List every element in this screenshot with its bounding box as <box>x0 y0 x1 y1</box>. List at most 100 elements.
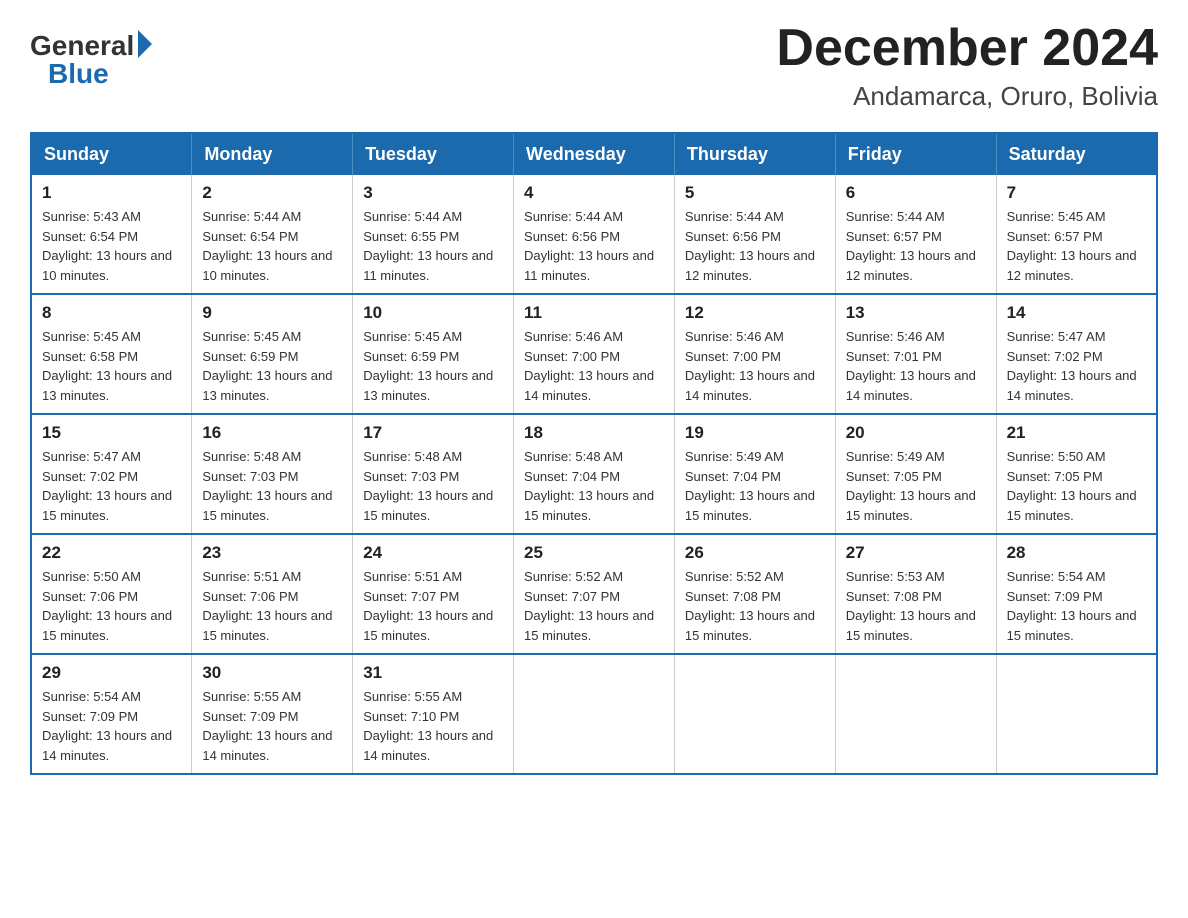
day-number: 11 <box>524 303 664 323</box>
day-info: Sunrise: 5:50 AM Sunset: 7:06 PM Dayligh… <box>42 567 181 645</box>
day-number: 5 <box>685 183 825 203</box>
day-info: Sunrise: 5:54 AM Sunset: 7:09 PM Dayligh… <box>42 687 181 765</box>
col-monday: Monday <box>192 133 353 175</box>
day-info: Sunrise: 5:50 AM Sunset: 7:05 PM Dayligh… <box>1007 447 1146 525</box>
table-row: 22 Sunrise: 5:50 AM Sunset: 7:06 PM Dayl… <box>31 534 192 654</box>
table-row: 27 Sunrise: 5:53 AM Sunset: 7:08 PM Dayl… <box>835 534 996 654</box>
day-number: 25 <box>524 543 664 563</box>
day-number: 20 <box>846 423 986 443</box>
day-info: Sunrise: 5:54 AM Sunset: 7:09 PM Dayligh… <box>1007 567 1146 645</box>
day-number: 21 <box>1007 423 1146 443</box>
table-row: 21 Sunrise: 5:50 AM Sunset: 7:05 PM Dayl… <box>996 414 1157 534</box>
day-info: Sunrise: 5:48 AM Sunset: 7:04 PM Dayligh… <box>524 447 664 525</box>
calendar-week-row: 15 Sunrise: 5:47 AM Sunset: 7:02 PM Dayl… <box>31 414 1157 534</box>
logo: General Blue <box>30 30 152 88</box>
day-info: Sunrise: 5:45 AM Sunset: 6:57 PM Dayligh… <box>1007 207 1146 285</box>
table-row <box>996 654 1157 774</box>
day-number: 7 <box>1007 183 1146 203</box>
table-row <box>514 654 675 774</box>
table-row: 5 Sunrise: 5:44 AM Sunset: 6:56 PM Dayli… <box>674 175 835 294</box>
table-row: 31 Sunrise: 5:55 AM Sunset: 7:10 PM Dayl… <box>353 654 514 774</box>
day-number: 4 <box>524 183 664 203</box>
day-number: 19 <box>685 423 825 443</box>
day-number: 6 <box>846 183 986 203</box>
day-number: 24 <box>363 543 503 563</box>
title-section: December 2024 Andamarca, Oruro, Bolivia <box>776 20 1158 112</box>
table-row: 3 Sunrise: 5:44 AM Sunset: 6:55 PM Dayli… <box>353 175 514 294</box>
col-wednesday: Wednesday <box>514 133 675 175</box>
table-row: 13 Sunrise: 5:46 AM Sunset: 7:01 PM Dayl… <box>835 294 996 414</box>
day-info: Sunrise: 5:45 AM Sunset: 6:59 PM Dayligh… <box>202 327 342 405</box>
table-row: 23 Sunrise: 5:51 AM Sunset: 7:06 PM Dayl… <box>192 534 353 654</box>
day-info: Sunrise: 5:43 AM Sunset: 6:54 PM Dayligh… <box>42 207 181 285</box>
day-number: 26 <box>685 543 825 563</box>
table-row: 26 Sunrise: 5:52 AM Sunset: 7:08 PM Dayl… <box>674 534 835 654</box>
day-info: Sunrise: 5:44 AM Sunset: 6:57 PM Dayligh… <box>846 207 986 285</box>
table-row: 18 Sunrise: 5:48 AM Sunset: 7:04 PM Dayl… <box>514 414 675 534</box>
day-number: 10 <box>363 303 503 323</box>
month-title: December 2024 <box>776 20 1158 77</box>
day-info: Sunrise: 5:49 AM Sunset: 7:05 PM Dayligh… <box>846 447 986 525</box>
day-number: 23 <box>202 543 342 563</box>
day-number: 13 <box>846 303 986 323</box>
table-row: 6 Sunrise: 5:44 AM Sunset: 6:57 PM Dayli… <box>835 175 996 294</box>
day-info: Sunrise: 5:44 AM Sunset: 6:55 PM Dayligh… <box>363 207 503 285</box>
table-row: 8 Sunrise: 5:45 AM Sunset: 6:58 PM Dayli… <box>31 294 192 414</box>
day-number: 14 <box>1007 303 1146 323</box>
day-info: Sunrise: 5:46 AM Sunset: 7:00 PM Dayligh… <box>685 327 825 405</box>
day-info: Sunrise: 5:48 AM Sunset: 7:03 PM Dayligh… <box>202 447 342 525</box>
day-number: 9 <box>202 303 342 323</box>
day-info: Sunrise: 5:45 AM Sunset: 6:59 PM Dayligh… <box>363 327 503 405</box>
day-info: Sunrise: 5:47 AM Sunset: 7:02 PM Dayligh… <box>1007 327 1146 405</box>
day-number: 18 <box>524 423 664 443</box>
calendar-week-row: 22 Sunrise: 5:50 AM Sunset: 7:06 PM Dayl… <box>31 534 1157 654</box>
day-number: 28 <box>1007 543 1146 563</box>
day-info: Sunrise: 5:52 AM Sunset: 7:07 PM Dayligh… <box>524 567 664 645</box>
col-friday: Friday <box>835 133 996 175</box>
table-row: 2 Sunrise: 5:44 AM Sunset: 6:54 PM Dayli… <box>192 175 353 294</box>
day-number: 3 <box>363 183 503 203</box>
day-number: 29 <box>42 663 181 683</box>
day-number: 31 <box>363 663 503 683</box>
table-row: 14 Sunrise: 5:47 AM Sunset: 7:02 PM Dayl… <box>996 294 1157 414</box>
calendar-week-row: 1 Sunrise: 5:43 AM Sunset: 6:54 PM Dayli… <box>31 175 1157 294</box>
table-row: 15 Sunrise: 5:47 AM Sunset: 7:02 PM Dayl… <box>31 414 192 534</box>
table-row: 4 Sunrise: 5:44 AM Sunset: 6:56 PM Dayli… <box>514 175 675 294</box>
table-row: 7 Sunrise: 5:45 AM Sunset: 6:57 PM Dayli… <box>996 175 1157 294</box>
day-info: Sunrise: 5:48 AM Sunset: 7:03 PM Dayligh… <box>363 447 503 525</box>
col-tuesday: Tuesday <box>353 133 514 175</box>
day-info: Sunrise: 5:44 AM Sunset: 6:54 PM Dayligh… <box>202 207 342 285</box>
day-number: 2 <box>202 183 342 203</box>
page-header: General Blue December 2024 Andamarca, Or… <box>30 20 1158 112</box>
day-number: 15 <box>42 423 181 443</box>
day-info: Sunrise: 5:44 AM Sunset: 6:56 PM Dayligh… <box>685 207 825 285</box>
col-sunday: Sunday <box>31 133 192 175</box>
table-row: 17 Sunrise: 5:48 AM Sunset: 7:03 PM Dayl… <box>353 414 514 534</box>
location-title: Andamarca, Oruro, Bolivia <box>776 81 1158 112</box>
day-info: Sunrise: 5:55 AM Sunset: 7:10 PM Dayligh… <box>363 687 503 765</box>
table-row: 28 Sunrise: 5:54 AM Sunset: 7:09 PM Dayl… <box>996 534 1157 654</box>
table-row: 16 Sunrise: 5:48 AM Sunset: 7:03 PM Dayl… <box>192 414 353 534</box>
day-number: 1 <box>42 183 181 203</box>
table-row: 19 Sunrise: 5:49 AM Sunset: 7:04 PM Dayl… <box>674 414 835 534</box>
day-number: 30 <box>202 663 342 683</box>
table-row: 12 Sunrise: 5:46 AM Sunset: 7:00 PM Dayl… <box>674 294 835 414</box>
calendar-table: Sunday Monday Tuesday Wednesday Thursday… <box>30 132 1158 775</box>
day-info: Sunrise: 5:53 AM Sunset: 7:08 PM Dayligh… <box>846 567 986 645</box>
day-info: Sunrise: 5:45 AM Sunset: 6:58 PM Dayligh… <box>42 327 181 405</box>
table-row: 30 Sunrise: 5:55 AM Sunset: 7:09 PM Dayl… <box>192 654 353 774</box>
day-number: 8 <box>42 303 181 323</box>
day-info: Sunrise: 5:49 AM Sunset: 7:04 PM Dayligh… <box>685 447 825 525</box>
col-thursday: Thursday <box>674 133 835 175</box>
day-number: 27 <box>846 543 986 563</box>
day-info: Sunrise: 5:51 AM Sunset: 7:06 PM Dayligh… <box>202 567 342 645</box>
logo-triangle-icon <box>138 30 152 58</box>
day-info: Sunrise: 5:44 AM Sunset: 6:56 PM Dayligh… <box>524 207 664 285</box>
table-row: 9 Sunrise: 5:45 AM Sunset: 6:59 PM Dayli… <box>192 294 353 414</box>
table-row: 20 Sunrise: 5:49 AM Sunset: 7:05 PM Dayl… <box>835 414 996 534</box>
day-number: 12 <box>685 303 825 323</box>
calendar-week-row: 29 Sunrise: 5:54 AM Sunset: 7:09 PM Dayl… <box>31 654 1157 774</box>
table-row: 24 Sunrise: 5:51 AM Sunset: 7:07 PM Dayl… <box>353 534 514 654</box>
table-row: 25 Sunrise: 5:52 AM Sunset: 7:07 PM Dayl… <box>514 534 675 654</box>
table-row <box>835 654 996 774</box>
